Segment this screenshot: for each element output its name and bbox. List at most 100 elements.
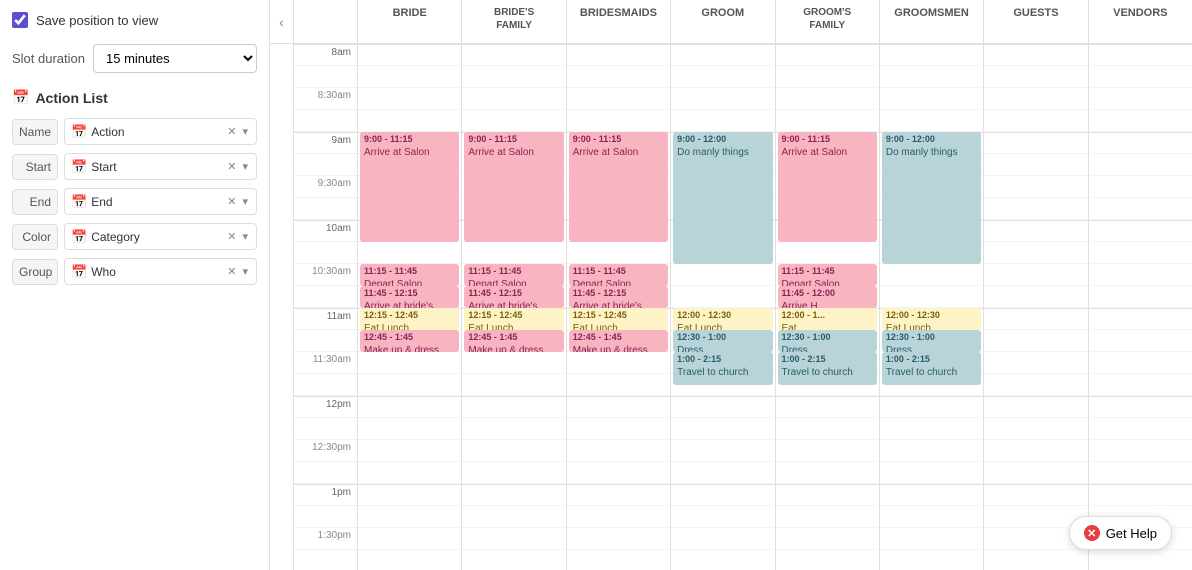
event-time: 11:45 - 12:15 (468, 288, 559, 300)
event-block[interactable]: 9:00 - 11:15Arrive at Salon (569, 132, 668, 242)
event-block[interactable]: 12:15 - 12:45Eat Lunch (464, 308, 563, 330)
event-block[interactable]: 1:00 - 2:15Travel to church (778, 352, 877, 385)
event-block[interactable]: 11:45 - 12:15Arrive at bride's (569, 286, 668, 308)
event-block[interactable]: 11:45 - 12:15Arrive at bride's (360, 286, 459, 308)
save-label: Save position to view (36, 13, 158, 28)
field-clear-group[interactable]: ✕ (225, 263, 238, 280)
event-block[interactable]: 12:00 - 12:30Eat Lunch (882, 308, 981, 330)
event-block[interactable]: 1:00 - 2:15Travel to church (882, 352, 981, 385)
event-time: 9:00 - 12:00 (677, 134, 768, 146)
event-name: Eat Lunch (468, 322, 559, 330)
field-chevron-group[interactable]: ▾ (240, 263, 250, 280)
grid-row (567, 418, 670, 440)
get-help-button[interactable]: ✕ Get Help (1069, 516, 1172, 550)
event-block[interactable]: 9:00 - 12:00Do manly things (882, 132, 981, 264)
event-block[interactable]: 12:30 - 1:00Dress (778, 330, 877, 352)
grid-row (984, 396, 1087, 418)
grid-row (671, 44, 774, 66)
grid-row (567, 374, 670, 396)
field-chevron-start[interactable]: ▾ (240, 158, 250, 175)
grid-row (1089, 176, 1192, 198)
grid-row (776, 110, 879, 132)
grid-row (462, 66, 565, 88)
event-block[interactable]: 9:00 - 11:15Arrive at Salon (360, 132, 459, 242)
action-list-header: 📅 Action List (12, 89, 257, 106)
grid-row (462, 44, 565, 66)
event-time: 12:30 - 1:00 (782, 332, 873, 344)
event-block[interactable]: 12:45 - 1:45Make up & dress (360, 330, 459, 352)
grid-row (671, 528, 774, 550)
event-block[interactable]: 12:15 - 12:45Eat Lunch (360, 308, 459, 330)
field-actions-color: ✕ ▾ (225, 228, 250, 245)
grid-row (671, 110, 774, 132)
field-clear-end[interactable]: ✕ (225, 193, 238, 210)
field-chevron-end[interactable]: ▾ (240, 193, 250, 210)
event-time: 12:00 - 12:30 (886, 310, 977, 322)
col-header-grooms-family: GROOM'SFAMILY (776, 0, 880, 43)
event-block[interactable]: 9:00 - 11:15Arrive at Salon (464, 132, 563, 242)
event-block[interactable]: 12:45 - 1:45Make up & dress (464, 330, 563, 352)
col-bride: 9:00 - 11:15Arrive at Salon 11:15 - 11:45… (358, 44, 462, 570)
event-name: Arrive at bride's (364, 300, 455, 308)
grid-row (1089, 220, 1192, 242)
col-header-vendors: VENDORS (1089, 0, 1192, 43)
grid-row (462, 352, 565, 374)
grid-row (776, 396, 879, 418)
event-time: 11:15 - 11:45 (573, 266, 664, 278)
event-block[interactable]: 12:00 - 1...Eat (778, 308, 877, 330)
col-header-groomsmen: GROOMSMEN (880, 0, 984, 43)
field-label-group: Group (12, 259, 58, 285)
time-slot (294, 330, 357, 352)
event-block[interactable]: 11:15 - 11:45Depart Salon (778, 264, 877, 286)
grid-row (462, 506, 565, 528)
field-icon-color: 📅 (71, 229, 87, 245)
grid-row (567, 506, 670, 528)
grid-row (984, 286, 1087, 308)
grid-row (462, 484, 565, 506)
grid-row (462, 440, 565, 462)
field-value-group: 📅 Who ✕ ▾ (64, 258, 257, 285)
grid-row (1089, 352, 1192, 374)
save-checkbox[interactable] (12, 12, 28, 28)
event-block[interactable]: 9:00 - 12:00Do manly things (673, 132, 772, 264)
field-clear-color[interactable]: ✕ (225, 228, 238, 245)
col-header-bride: BRIDE (358, 0, 462, 43)
grid-row (358, 528, 461, 550)
event-block[interactable]: 12:30 - 1:00Dress (882, 330, 981, 352)
grid-row (1089, 88, 1192, 110)
grid-row (984, 308, 1087, 330)
event-block[interactable]: 9:00 - 11:15Arrive at Salon (778, 132, 877, 242)
event-block[interactable]: 12:15 - 12:45Eat Lunch (569, 308, 668, 330)
event-block[interactable]: 11:15 - 11:45Depart Salon (464, 264, 563, 286)
event-block[interactable]: 12:00 - 12:30Eat Lunch (673, 308, 772, 330)
field-label-color: Color (12, 224, 58, 250)
action-list-icon: 📅 (12, 89, 29, 106)
field-chevron-name[interactable]: ▾ (240, 123, 250, 140)
event-block[interactable]: 11:45 - 12:15Arrive at bride's (464, 286, 563, 308)
event-block[interactable]: 11:45 - 12:00Arrive H... (778, 286, 877, 308)
slot-duration-select[interactable]: 15 minutes 30 minutes (93, 44, 257, 73)
event-block[interactable]: 11:15 - 11:45Depart Salon (569, 264, 668, 286)
col-groomsmen: 9:00 - 12:00Do manly things 12:00 - 12:30… (880, 44, 984, 570)
event-time: 11:15 - 11:45 (364, 266, 455, 278)
col-header-guests: GUESTS (984, 0, 1088, 43)
grid-row (462, 374, 565, 396)
event-block[interactable]: 1:00 - 2:15Travel to church (673, 352, 772, 385)
field-chevron-color[interactable]: ▾ (240, 228, 250, 245)
event-name: Depart Salon (573, 278, 664, 286)
event-time: 9:00 - 11:15 (468, 134, 559, 146)
event-block[interactable]: 12:30 - 1:00Dress (673, 330, 772, 352)
field-clear-start[interactable]: ✕ (225, 158, 238, 175)
event-name: Make up & dress (468, 344, 559, 352)
field-row-color: Color 📅 Category ✕ ▾ (12, 223, 257, 250)
event-block[interactable]: 11:15 - 11:45Depart Salon (360, 264, 459, 286)
grid-row (567, 484, 670, 506)
time-slot (294, 286, 357, 308)
event-time: 12:15 - 12:45 (364, 310, 455, 322)
time-slot (294, 374, 357, 396)
grid-row (984, 176, 1087, 198)
event-block[interactable]: 12:45 - 1:45Make up & dress (569, 330, 668, 352)
collapse-button[interactable]: ‹ (270, 0, 294, 43)
field-clear-name[interactable]: ✕ (225, 123, 238, 140)
grid-row (1089, 66, 1192, 88)
